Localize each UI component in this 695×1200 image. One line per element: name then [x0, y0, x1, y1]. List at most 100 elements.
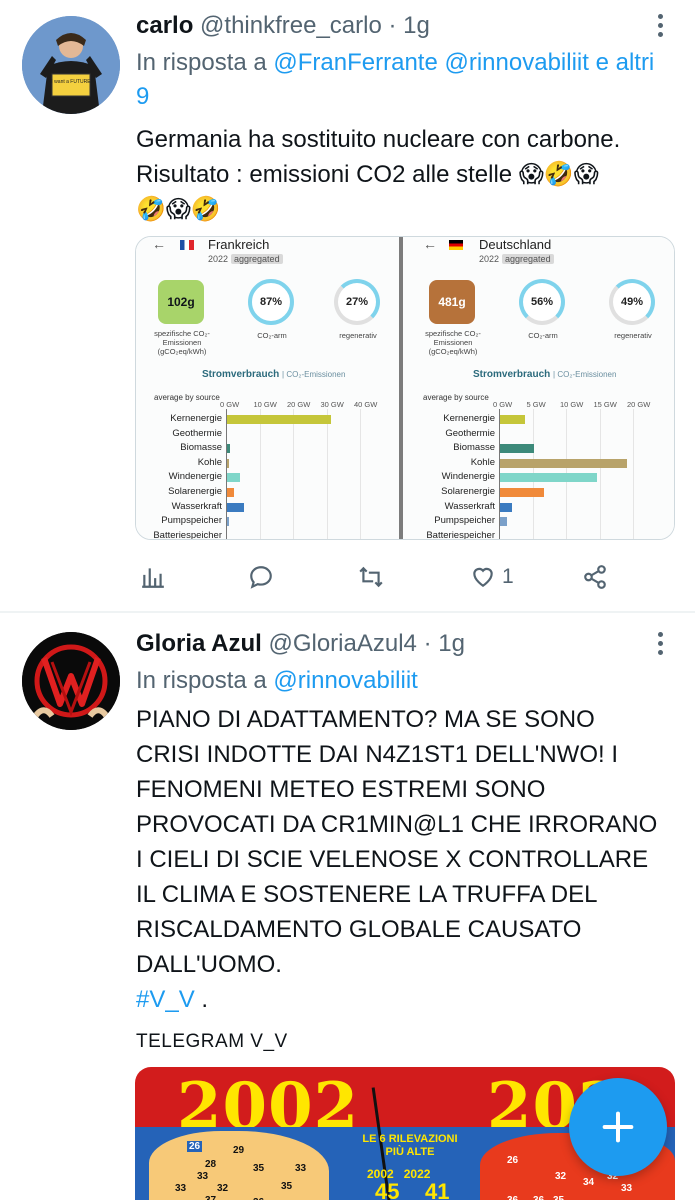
- x-tick-label: 30 GW: [320, 400, 344, 409]
- bar: [227, 415, 331, 424]
- source-label: Windenergie: [168, 471, 222, 483]
- source-label: Kernenergie: [443, 413, 495, 424]
- gridline: [326, 409, 328, 539]
- retweet-icon[interactable]: [358, 560, 384, 594]
- bar: [500, 488, 544, 497]
- renewable-ring: 49%: [609, 279, 655, 325]
- tweet-text-line: DALL'UOMO.: [136, 951, 282, 978]
- section-subtitle: | CO₂-Emissionen: [282, 370, 346, 379]
- bar: [227, 517, 229, 527]
- source-label: Wasserkraft: [444, 500, 495, 512]
- timestamp[interactable]: 1g: [438, 630, 465, 657]
- intensity-box: 481g: [429, 280, 475, 324]
- big-temp-left: 45: [375, 1179, 400, 1200]
- source-label: Batteriespeicher: [426, 529, 495, 540]
- reply-icon[interactable]: [248, 560, 274, 594]
- display-name[interactable]: carlo: [136, 12, 193, 39]
- co2-free-ring: 56%: [519, 279, 565, 325]
- separator-dot: ·: [423, 630, 432, 657]
- hashtag-suffix: .: [194, 986, 209, 1013]
- bar: [227, 458, 229, 468]
- temp-label: 29: [233, 1145, 245, 1156]
- analytics-icon[interactable]: [140, 560, 166, 594]
- tweet-text-line: FENOMENI METEO ESTREMI SONO: [136, 776, 546, 803]
- temp-label: 32: [217, 1183, 229, 1194]
- temp-label: 28: [205, 1159, 217, 1170]
- avatar[interactable]: I want a FUTURE: [22, 16, 120, 114]
- temp-label: 35: [253, 1163, 265, 1174]
- x-tick-label: 20 GW: [287, 400, 311, 409]
- tweet-text-line: RISCALDAMENTO GLOBALE CAUSATO: [136, 916, 582, 943]
- user-handle[interactable]: @thinkfree_carlo: [200, 12, 382, 39]
- compose-tweet-button[interactable]: [569, 1078, 667, 1176]
- temp-label: 33: [621, 1183, 633, 1194]
- renewable-label: regenerativ: [614, 331, 652, 340]
- tweet-text-line: PROVOCATI DA CR1MIN@L1 CHE IRRORANO: [136, 811, 658, 838]
- display-name[interactable]: Gloria Azul: [136, 630, 262, 657]
- media-card[interactable]: ← Frankreich 2022 aggregated 102g 87% 27%…: [135, 236, 675, 540]
- intensity-label: spezifische CO₂-Emissionen (gCO₂eq/kWh): [154, 329, 210, 356]
- more-options-icon[interactable]: [655, 632, 665, 660]
- like-count: 1: [502, 565, 514, 588]
- gridline: [259, 409, 261, 539]
- tweet-text-line: Germania ha sostituito nucleare con carb…: [136, 126, 621, 153]
- tweet-text: PIANO DI ADATTAMENTO? MA SE SONO CRISI I…: [136, 702, 681, 1017]
- x-tick-label: 0 GW: [493, 400, 513, 409]
- temp-label: 34: [583, 1177, 595, 1188]
- hashtag-link[interactable]: #V_V: [136, 986, 195, 1013]
- chart-panel-france: ← Frankreich 2022 aggregated 102g 87% 27%…: [136, 237, 399, 539]
- temp-label: 33: [295, 1163, 307, 1174]
- source-label: Kernenergie: [170, 413, 222, 424]
- share-icon[interactable]: [582, 560, 608, 594]
- emoji-group: 🤣😱🤣: [136, 195, 221, 223]
- temp-label: 37: [205, 1195, 216, 1200]
- temp-label: 36: [533, 1195, 544, 1200]
- intensity-label: spezifische CO₂-Emissionen (gCO₂eq/kWh): [425, 329, 481, 356]
- x-tick-label: 5 GW: [526, 400, 546, 409]
- user-handle[interactable]: @GloriaAzul4: [268, 630, 416, 657]
- reply-context: In risposta a @rinnovabiliit: [136, 664, 666, 698]
- temp-label: 26: [507, 1155, 519, 1166]
- source-label: Geothermie: [172, 427, 222, 439]
- timestamp[interactable]: 1g: [403, 12, 430, 39]
- avatar-sign-text: I want a FUTURE: [51, 79, 91, 85]
- renewable-label: regenerativ: [339, 331, 377, 340]
- germany-flag-icon: [449, 240, 463, 250]
- aggregated-tag: aggregated: [231, 254, 283, 264]
- section-subtitle: | CO₂-Emissionen: [553, 370, 617, 379]
- co2-free-label: CO₂-arm: [528, 331, 558, 340]
- source-label: Pumpspeicher: [161, 515, 222, 527]
- temp-label: 35: [553, 1195, 564, 1200]
- tweet-header: carlo @thinkfree_carlo · 1g: [136, 12, 430, 40]
- temp-label: 33: [197, 1171, 209, 1182]
- tweet-text-line: CRISI INDOTTE DAI N4Z1ST1 DELL'NWO! I: [136, 741, 618, 768]
- source-label: Biomasse: [180, 442, 222, 454]
- tweet-actions: 1: [136, 560, 676, 594]
- x-tick-label: 10 GW: [560, 400, 584, 409]
- more-options-icon[interactable]: [655, 14, 665, 42]
- tweet-carlo[interactable]: I want a FUTURE carlo @thinkfree_carlo ·…: [0, 0, 695, 612]
- source-label: Windenergie: [441, 471, 495, 483]
- source-label: Biomasse: [453, 442, 495, 454]
- temp-label: 33: [175, 1183, 187, 1194]
- gridline: [293, 409, 294, 539]
- chart-caption: average by source: [423, 393, 489, 402]
- tweet-text-line: I CIELI DI SCIE VELENOSE X CONTROLLARE: [136, 846, 649, 873]
- bar: [500, 502, 513, 512]
- avatar-image: I want a FUTURE: [22, 16, 120, 114]
- tweet-text-line: Risultato : emissioni CO2 alle stelle: [136, 161, 513, 188]
- bar: [227, 444, 230, 454]
- like-button[interactable]: 1: [470, 560, 514, 594]
- separator-dot: ·: [388, 12, 397, 39]
- section-title: Stromverbrauch: [473, 369, 551, 380]
- temp-label: 36: [507, 1195, 518, 1200]
- bar: [227, 488, 234, 497]
- avatar[interactable]: [22, 632, 120, 730]
- chart-panel-germany: ← Deutschland 2022 aggregated 481g 56% 49…: [403, 237, 674, 540]
- source-label: Solarenergie: [441, 486, 495, 497]
- co2-free-label: CO₂-arm: [257, 331, 287, 340]
- reply-mentions[interactable]: @rinnovabiliit: [273, 667, 417, 694]
- bar: [500, 473, 598, 483]
- x-tick-label: 15 GW: [593, 400, 617, 409]
- tweet-separator: [0, 611, 695, 613]
